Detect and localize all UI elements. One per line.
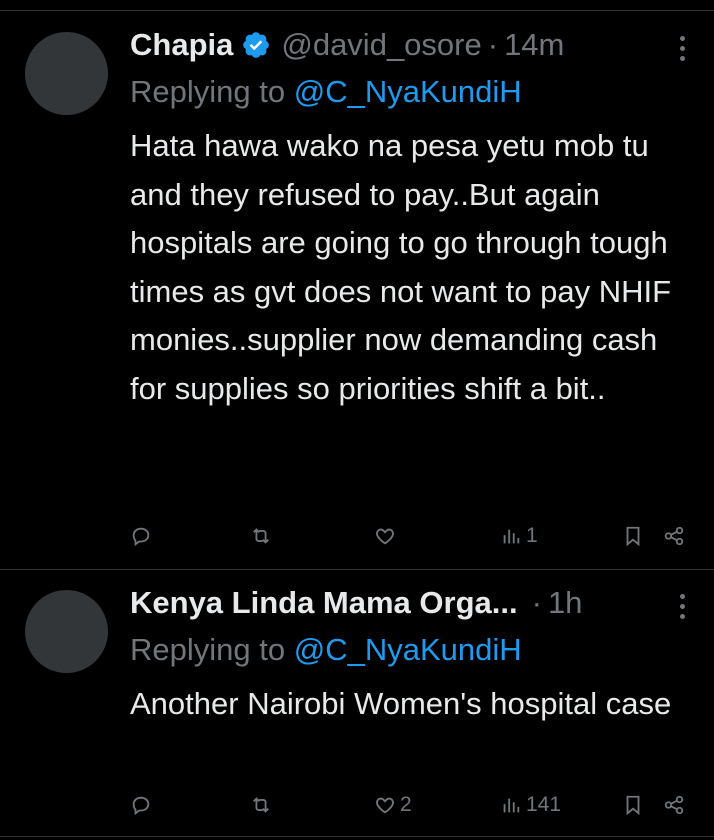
like-icon — [376, 797, 394, 814]
timestamp[interactable]: 14m — [504, 27, 564, 63]
like-button[interactable] — [374, 518, 400, 554]
share-button[interactable] — [663, 787, 685, 823]
replying-to: Replying to @C_NyaKundiH — [130, 632, 522, 668]
retweet-icon — [253, 528, 269, 544]
retweet-icon — [253, 797, 269, 813]
views-button[interactable]: 141 — [500, 787, 561, 823]
display-name[interactable]: Kenya Linda Mama Orga... — [130, 585, 518, 621]
replying-label: Replying to — [130, 74, 294, 109]
timestamp[interactable]: 1h — [548, 585, 582, 621]
tweet-header: Kenya Linda Mama Orga... · 1h — [130, 583, 582, 623]
views-icon — [503, 798, 520, 813]
bookmark-button[interactable] — [622, 787, 644, 823]
more-icon[interactable] — [678, 36, 686, 61]
top-divider — [0, 10, 714, 11]
view-count: 1 — [526, 524, 538, 547]
share-button[interactable] — [663, 518, 685, 554]
retweet-button[interactable] — [250, 518, 276, 554]
reply-icon — [132, 527, 150, 547]
avatar[interactable] — [25, 32, 108, 115]
share-icon — [664, 526, 684, 546]
tweet-header: Chapia @david_osore · 14m — [130, 25, 564, 65]
action-bar: 2 141 — [0, 787, 714, 823]
replying-to: Replying to @C_NyaKundiH — [130, 74, 522, 110]
display-name[interactable]: Chapia — [130, 27, 233, 63]
view-count: 141 — [526, 793, 562, 816]
reply-button[interactable] — [130, 518, 156, 554]
bookmark-icon — [626, 526, 640, 547]
reply-button[interactable] — [130, 787, 156, 823]
tweet-divider — [0, 569, 714, 570]
bookmark-button[interactable] — [622, 518, 644, 554]
like-button[interactable]: 2 — [374, 787, 412, 823]
bottom-divider — [0, 836, 714, 837]
more-icon[interactable] — [678, 594, 686, 619]
views-button[interactable]: 1 — [500, 518, 538, 554]
like-count: 2 — [400, 793, 412, 816]
tweet-text: Another Nairobi Women's hospital case — [130, 686, 672, 721]
reply-icon — [132, 796, 150, 816]
bookmark-icon — [626, 795, 640, 816]
separator: · — [487, 27, 499, 62]
replying-label: Replying to — [130, 632, 294, 667]
share-icon — [664, 795, 684, 815]
replying-to-mention[interactable]: @C_NyaKundiH — [294, 632, 522, 667]
replying-to-mention[interactable]: @C_NyaKundiH — [294, 74, 522, 109]
handle[interactable]: @david_osore — [281, 27, 481, 63]
views-icon — [503, 529, 520, 544]
like-icon — [376, 528, 394, 545]
avatar[interactable] — [25, 590, 108, 673]
verified-badge-icon — [243, 32, 270, 58]
action-bar: 1 — [0, 518, 714, 554]
tweet-text: Hata hawa wako na pesa yetu mob tu and t… — [130, 128, 672, 406]
retweet-button[interactable] — [250, 787, 276, 823]
separator: · — [531, 585, 542, 620]
